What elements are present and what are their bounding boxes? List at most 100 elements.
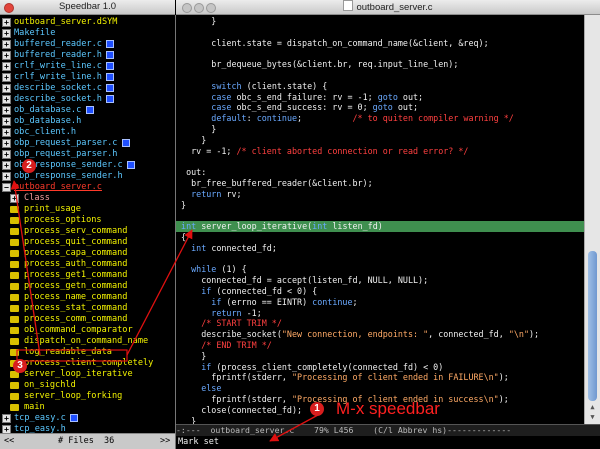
code-line[interactable]: } xyxy=(176,351,584,362)
tag-label: log_readable_data xyxy=(24,347,112,357)
file-label: tcp_easy.h xyxy=(14,424,66,433)
code-line[interactable] xyxy=(176,48,584,59)
close-window-button[interactable] xyxy=(4,3,14,13)
tag-icon xyxy=(10,393,19,400)
code-line[interactable]: /* START TRIM */ xyxy=(176,318,584,329)
code-line[interactable]: out: xyxy=(176,167,584,178)
minibuffer[interactable]: Mark set xyxy=(176,436,600,449)
code-line[interactable]: switch (client.state) { xyxy=(176,81,584,92)
info-icon[interactable] xyxy=(106,62,115,70)
expand-button[interactable]: + xyxy=(2,172,11,181)
scroll-right-button[interactable]: >> xyxy=(160,434,170,449)
code-line[interactable]: case obc_s_end_success: rv = 0; goto out… xyxy=(176,102,584,113)
tag-icon xyxy=(10,294,19,301)
editor-title-bar: outboard_server.c xyxy=(176,0,600,15)
tag-label: process_serv_command xyxy=(24,226,128,236)
zoom-window-button[interactable] xyxy=(206,3,216,13)
scroll-up-icon[interactable]: ▲ xyxy=(588,403,597,411)
code-line[interactable]: if (errno == EINTR) continue; xyxy=(176,297,584,308)
expand-button[interactable]: + xyxy=(2,40,11,49)
tag-label: process_auth_command xyxy=(24,259,128,269)
expand-button[interactable]: + xyxy=(2,18,11,27)
info-icon[interactable] xyxy=(106,51,115,59)
code-line[interactable]: if (connected_fd < 0) { xyxy=(176,286,584,297)
close-window-button[interactable] xyxy=(182,3,192,13)
code-line[interactable]: connected_fd = accept(listen_fd, NULL, N… xyxy=(176,275,584,286)
code-line[interactable]: default: continue; /* to quiten compiler… xyxy=(176,113,584,124)
code-line[interactable]: } xyxy=(176,200,584,211)
code-line[interactable]: client.state = dispatch_on_command_name(… xyxy=(176,38,584,49)
expand-button[interactable]: + xyxy=(2,425,11,433)
tag-icon xyxy=(10,316,19,323)
code-line[interactable]: rv = -1; /* client aborted connection or… xyxy=(176,146,584,157)
expand-button[interactable]: + xyxy=(2,95,11,104)
info-icon[interactable] xyxy=(106,40,115,48)
code-line[interactable] xyxy=(176,27,584,38)
info-icon[interactable] xyxy=(106,84,115,92)
expand-button[interactable]: + xyxy=(2,62,11,71)
tag-icon xyxy=(10,327,19,334)
file-label: describe_socket.h xyxy=(14,94,102,104)
expand-button[interactable]: + xyxy=(2,51,11,60)
speedbar-window-title: Speedbar 1.0 xyxy=(58,1,117,12)
info-icon[interactable] xyxy=(122,139,130,147)
code-line[interactable]: int connected_fd; xyxy=(176,243,584,254)
editor-scrollbar[interactable]: ▲ ▼ xyxy=(584,15,600,424)
code-line[interactable]: else xyxy=(176,383,584,394)
expand-button[interactable]: + xyxy=(2,106,11,115)
code-line[interactable]: br_dequeue_bytes(&client.br, req.input_l… xyxy=(176,59,584,70)
tag-icon xyxy=(10,250,19,257)
minimize-window-button[interactable] xyxy=(194,3,204,13)
file-label: obc_client.h xyxy=(14,127,77,137)
code-editor[interactable]: } client.state = dispatch_on_command_nam… xyxy=(176,15,584,424)
code-line[interactable] xyxy=(176,210,584,221)
tag-label: process_client_completely xyxy=(24,358,154,368)
code-line[interactable]: } xyxy=(176,135,584,146)
file-label: Makefile xyxy=(14,28,56,38)
expand-button[interactable]: + xyxy=(2,139,11,148)
code-line[interactable]: { xyxy=(176,232,584,243)
expand-button[interactable]: + xyxy=(2,73,11,82)
expand-button[interactable]: + xyxy=(2,128,11,137)
tag-label: ob_command_comparator xyxy=(24,325,133,335)
code-line[interactable] xyxy=(176,254,584,265)
code-line[interactable]: while (1) { xyxy=(176,264,584,275)
tag-label: dispatch_on_command_name xyxy=(24,336,149,346)
info-icon[interactable] xyxy=(70,414,78,422)
code-line[interactable]: describe_socket("New connection, endpoin… xyxy=(176,329,584,340)
expand-button[interactable]: + xyxy=(2,414,11,423)
code-line[interactable]: return -1; xyxy=(176,308,584,319)
code-line[interactable]: } xyxy=(176,16,584,27)
editor-window-title: outboard_server.c xyxy=(356,2,433,13)
scrollbar-thumb[interactable] xyxy=(588,251,597,401)
scroll-left-button[interactable]: << xyxy=(4,434,14,449)
code-line[interactable] xyxy=(176,156,584,167)
code-line[interactable] xyxy=(176,70,584,81)
code-line[interactable]: } xyxy=(176,124,584,135)
speedbar-title-bar: Speedbar 1.0 xyxy=(0,0,175,15)
expand-button[interactable]: + xyxy=(2,117,11,126)
expand-button[interactable]: + xyxy=(2,84,11,93)
callout-1-text: M-x speedbar xyxy=(336,399,440,418)
tag-label: server_loop_iterative xyxy=(24,369,133,379)
info-icon[interactable] xyxy=(106,73,115,81)
code-line[interactable]: br_free_buffered_reader(&client.br); xyxy=(176,178,584,189)
expand-button[interactable]: + xyxy=(2,150,11,159)
info-icon[interactable] xyxy=(85,106,94,114)
tag-label: process_getn_command xyxy=(24,281,128,291)
code-line[interactable]: /* END TRIM */ xyxy=(176,340,584,351)
expand-button[interactable]: + xyxy=(2,29,11,38)
callout-2-badge: 2 xyxy=(22,159,36,173)
code-line[interactable]: if (process_client_completely(connected_… xyxy=(176,362,584,373)
file-label: tcp_easy.c xyxy=(14,413,66,423)
code-line[interactable]: return rv; xyxy=(176,189,584,200)
expand-button[interactable]: + xyxy=(10,194,19,203)
info-icon[interactable] xyxy=(127,161,136,169)
expand-button[interactable]: + xyxy=(2,161,11,170)
info-icon[interactable] xyxy=(106,95,115,103)
scroll-down-icon[interactable]: ▼ xyxy=(588,413,597,421)
code-line[interactable]: int server_loop_iterative(int listen_fd) xyxy=(176,221,584,233)
code-line[interactable]: fprintf(stderr, "Processing of client en… xyxy=(176,372,584,383)
expand-button[interactable]: − xyxy=(2,183,11,192)
code-line[interactable]: case obc_s_end_failure: rv = -1; goto ou… xyxy=(176,92,584,103)
